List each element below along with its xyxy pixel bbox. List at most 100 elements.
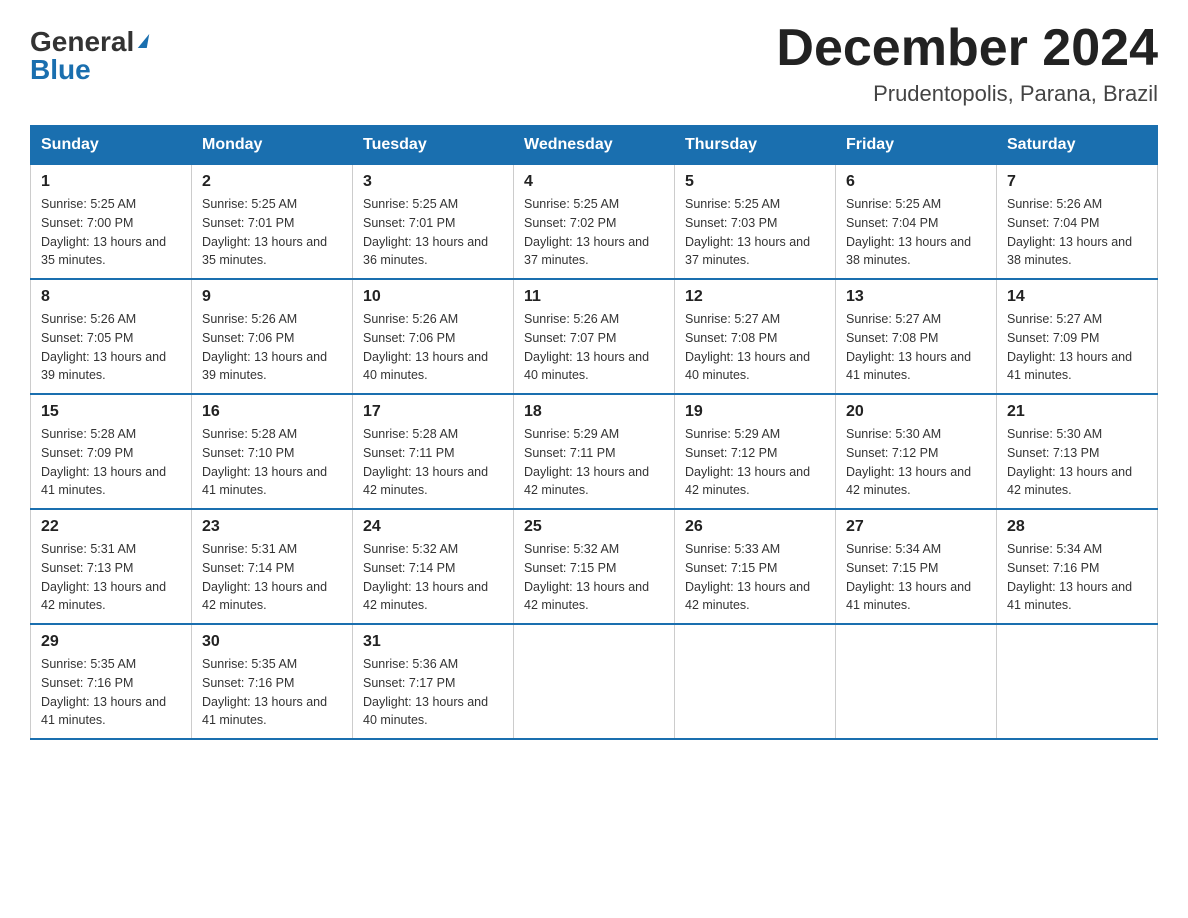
logo-general-text: General: [30, 28, 134, 56]
day-info: Sunrise: 5:25 AMSunset: 7:01 PMDaylight:…: [363, 195, 503, 270]
week-row-1: 1 Sunrise: 5:25 AMSunset: 7:00 PMDaylight…: [31, 165, 1158, 280]
day-info: Sunrise: 5:25 AMSunset: 7:01 PMDaylight:…: [202, 195, 342, 270]
calendar-cell: 18 Sunrise: 5:29 AMSunset: 7:11 PMDayligh…: [514, 394, 675, 509]
day-number: 28: [1007, 518, 1147, 536]
day-info: Sunrise: 5:32 AMSunset: 7:15 PMDaylight:…: [524, 540, 664, 615]
calendar-cell: 6 Sunrise: 5:25 AMSunset: 7:04 PMDaylight…: [836, 165, 997, 280]
day-number: 31: [363, 633, 503, 651]
calendar-cell: 11Sunrise: 5:26 AMSunset: 7:07 PMDayligh…: [514, 279, 675, 394]
calendar-cell: 4Sunrise: 5:25 AMSunset: 7:02 PMDaylight…: [514, 165, 675, 280]
day-number: 26: [685, 518, 825, 536]
calendar-cell: [675, 624, 836, 739]
calendar-cell: 26 Sunrise: 5:33 AMSunset: 7:15 PMDayligh…: [675, 509, 836, 624]
day-info: Sunrise: 5:27 AMSunset: 7:08 PMDaylight:…: [846, 310, 986, 385]
day-info: Sunrise: 5:30 AMSunset: 7:12 PMDaylight:…: [846, 425, 986, 500]
calendar-cell: 20 Sunrise: 5:30 AMSunset: 7:12 PMDayligh…: [836, 394, 997, 509]
day-number: 6: [846, 173, 986, 191]
calendar-cell: [514, 624, 675, 739]
calendar-cell: 24 Sunrise: 5:32 AMSunset: 7:14 PMDayligh…: [353, 509, 514, 624]
day-info: Sunrise: 5:34 AMSunset: 7:16 PMDaylight:…: [1007, 540, 1147, 615]
day-number: 7: [1007, 173, 1147, 191]
day-info: Sunrise: 5:28 AMSunset: 7:11 PMDaylight:…: [363, 425, 503, 500]
day-number: 13: [846, 288, 986, 306]
day-number: 2: [202, 173, 342, 191]
day-number: 30: [202, 633, 342, 651]
logo-blue-text: Blue: [30, 56, 91, 84]
day-header-wednesday: Wednesday: [514, 126, 675, 165]
week-row-3: 15 Sunrise: 5:28 AMSunset: 7:09 PMDayligh…: [31, 394, 1158, 509]
page-header: General Blue December 2024 Prudentopolis…: [30, 20, 1158, 107]
day-number: 24: [363, 518, 503, 536]
day-number: 15: [41, 403, 181, 421]
day-header-sunday: Sunday: [31, 126, 192, 165]
day-number: 11: [524, 288, 664, 306]
day-number: 5: [685, 173, 825, 191]
day-number: 14: [1007, 288, 1147, 306]
month-title: December 2024: [776, 20, 1158, 77]
day-info: Sunrise: 5:29 AMSunset: 7:11 PMDaylight:…: [524, 425, 664, 500]
calendar-cell: 15 Sunrise: 5:28 AMSunset: 7:09 PMDayligh…: [31, 394, 192, 509]
day-info: Sunrise: 5:32 AMSunset: 7:14 PMDaylight:…: [363, 540, 503, 615]
calendar-cell: 1 Sunrise: 5:25 AMSunset: 7:00 PMDaylight…: [31, 165, 192, 280]
calendar-cell: [997, 624, 1158, 739]
calendar-cell: 16Sunrise: 5:28 AMSunset: 7:10 PMDayligh…: [192, 394, 353, 509]
week-row-2: 8 Sunrise: 5:26 AMSunset: 7:05 PMDaylight…: [31, 279, 1158, 394]
day-number: 23: [202, 518, 342, 536]
calendar-cell: 31 Sunrise: 5:36 AMSunset: 7:17 PMDayligh…: [353, 624, 514, 739]
day-number: 25: [524, 518, 664, 536]
day-info: Sunrise: 5:25 AMSunset: 7:00 PMDaylight:…: [41, 195, 181, 270]
day-header-tuesday: Tuesday: [353, 126, 514, 165]
day-number: 9: [202, 288, 342, 306]
day-info: Sunrise: 5:31 AMSunset: 7:14 PMDaylight:…: [202, 540, 342, 615]
day-info: Sunrise: 5:31 AMSunset: 7:13 PMDaylight:…: [41, 540, 181, 615]
day-info: Sunrise: 5:26 AMSunset: 7:06 PMDaylight:…: [202, 310, 342, 385]
calendar-cell: 17 Sunrise: 5:28 AMSunset: 7:11 PMDayligh…: [353, 394, 514, 509]
day-info: Sunrise: 5:25 AMSunset: 7:03 PMDaylight:…: [685, 195, 825, 270]
day-info: Sunrise: 5:35 AMSunset: 7:16 PMDaylight:…: [41, 655, 181, 730]
calendar-cell: 10Sunrise: 5:26 AMSunset: 7:06 PMDayligh…: [353, 279, 514, 394]
calendar-cell: 28 Sunrise: 5:34 AMSunset: 7:16 PMDayligh…: [997, 509, 1158, 624]
day-number: 12: [685, 288, 825, 306]
location-title: Prudentopolis, Parana, Brazil: [776, 81, 1158, 107]
day-number: 21: [1007, 403, 1147, 421]
day-number: 19: [685, 403, 825, 421]
calendar-cell: 9 Sunrise: 5:26 AMSunset: 7:06 PMDaylight…: [192, 279, 353, 394]
day-info: Sunrise: 5:28 AMSunset: 7:09 PMDaylight:…: [41, 425, 181, 500]
calendar-cell: 13 Sunrise: 5:27 AMSunset: 7:08 PMDayligh…: [836, 279, 997, 394]
day-info: Sunrise: 5:26 AMSunset: 7:05 PMDaylight:…: [41, 310, 181, 385]
calendar-cell: 2 Sunrise: 5:25 AMSunset: 7:01 PMDaylight…: [192, 165, 353, 280]
logo: General Blue: [30, 28, 148, 84]
calendar-cell: 22 Sunrise: 5:31 AMSunset: 7:13 PMDayligh…: [31, 509, 192, 624]
title-block: December 2024 Prudentopolis, Parana, Bra…: [776, 20, 1158, 107]
calendar-cell: 3 Sunrise: 5:25 AMSunset: 7:01 PMDaylight…: [353, 165, 514, 280]
week-row-5: 29Sunrise: 5:35 AMSunset: 7:16 PMDayligh…: [31, 624, 1158, 739]
day-info: Sunrise: 5:33 AMSunset: 7:15 PMDaylight:…: [685, 540, 825, 615]
day-info: Sunrise: 5:28 AMSunset: 7:10 PMDaylight:…: [202, 425, 342, 500]
calendar-cell: 27Sunrise: 5:34 AMSunset: 7:15 PMDayligh…: [836, 509, 997, 624]
calendar-cell: 7Sunrise: 5:26 AMSunset: 7:04 PMDaylight…: [997, 165, 1158, 280]
day-header-saturday: Saturday: [997, 126, 1158, 165]
day-number: 17: [363, 403, 503, 421]
calendar-cell: 29Sunrise: 5:35 AMSunset: 7:16 PMDayligh…: [31, 624, 192, 739]
calendar-cell: 23 Sunrise: 5:31 AMSunset: 7:14 PMDayligh…: [192, 509, 353, 624]
calendar-cell: 25 Sunrise: 5:32 AMSunset: 7:15 PMDayligh…: [514, 509, 675, 624]
day-info: Sunrise: 5:27 AMSunset: 7:09 PMDaylight:…: [1007, 310, 1147, 385]
day-number: 18: [524, 403, 664, 421]
day-number: 22: [41, 518, 181, 536]
calendar-header-row: SundayMondayTuesdayWednesdayThursdayFrid…: [31, 126, 1158, 165]
calendar-cell: 19Sunrise: 5:29 AMSunset: 7:12 PMDayligh…: [675, 394, 836, 509]
week-row-4: 22 Sunrise: 5:31 AMSunset: 7:13 PMDayligh…: [31, 509, 1158, 624]
day-info: Sunrise: 5:36 AMSunset: 7:17 PMDaylight:…: [363, 655, 503, 730]
day-number: 8: [41, 288, 181, 306]
day-info: Sunrise: 5:27 AMSunset: 7:08 PMDaylight:…: [685, 310, 825, 385]
day-number: 3: [363, 173, 503, 191]
day-info: Sunrise: 5:35 AMSunset: 7:16 PMDaylight:…: [202, 655, 342, 730]
calendar-cell: 8 Sunrise: 5:26 AMSunset: 7:05 PMDaylight…: [31, 279, 192, 394]
day-number: 1: [41, 173, 181, 191]
day-number: 10: [363, 288, 503, 306]
day-number: 20: [846, 403, 986, 421]
calendar-table: SundayMondayTuesdayWednesdayThursdayFrid…: [30, 125, 1158, 740]
calendar-cell: [836, 624, 997, 739]
day-info: Sunrise: 5:25 AMSunset: 7:04 PMDaylight:…: [846, 195, 986, 270]
day-header-friday: Friday: [836, 126, 997, 165]
